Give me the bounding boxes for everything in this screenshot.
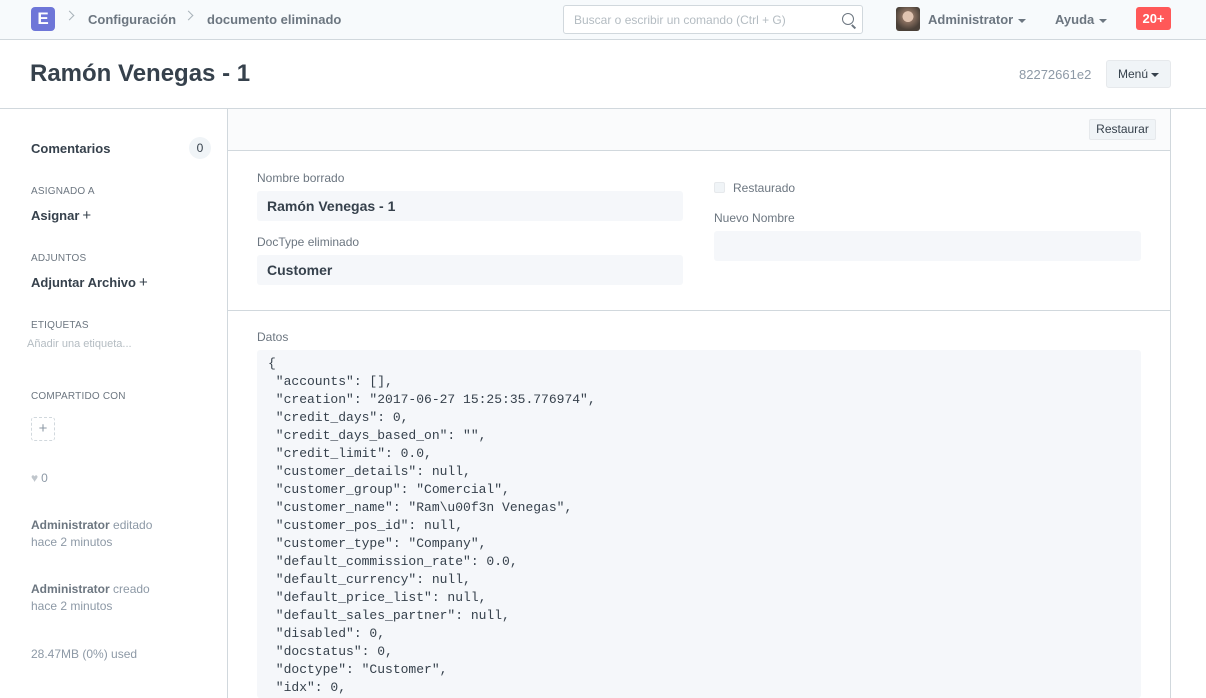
new-name-label: Nuevo Nombre xyxy=(714,211,795,225)
assign-label: Asignar xyxy=(31,208,80,223)
heart-icon: ♥ xyxy=(31,471,39,485)
help-menu[interactable]: Ayuda xyxy=(1055,12,1108,27)
avatar[interactable] xyxy=(896,7,920,31)
assign-button[interactable]: Asignar + xyxy=(31,207,91,224)
attach-file-button[interactable]: Adjuntar Archivo + xyxy=(31,274,148,291)
navbar: E Configuración documento eliminado Admi… xyxy=(0,0,1206,40)
caret-down-icon xyxy=(1151,72,1160,77)
storage-usage: 28.47MB (0%) used xyxy=(31,647,138,661)
help-label: Ayuda xyxy=(1055,12,1095,27)
activity-time: hace 2 minutos xyxy=(31,599,113,613)
like-button[interactable]: ♥ 0 xyxy=(31,471,48,485)
code-line: "docstatus": 0, xyxy=(268,644,393,659)
code-line: "credit_days": 0, xyxy=(268,410,409,425)
add-tag-input[interactable]: Añadir una etiqueta... xyxy=(27,338,132,350)
code-line: "default_commission_rate": 0.0, xyxy=(268,554,518,569)
data-label: Datos xyxy=(257,330,289,344)
code-line: "customer_type": "Company", xyxy=(268,536,487,551)
code-line: "customer_details": null, xyxy=(268,464,471,479)
attachments-label: ADJUNTOS xyxy=(31,253,87,264)
activity-item: Administrator creado hace 2 minutos xyxy=(31,581,150,615)
code-line: { xyxy=(268,356,276,371)
code-line: "default_price_list": null, xyxy=(268,590,487,605)
activity-user[interactable]: Administrator xyxy=(31,582,110,596)
document-id: 82272661e2 xyxy=(1019,67,1092,82)
like-count: 0 xyxy=(41,471,48,485)
add-share-button[interactable]: + xyxy=(31,417,55,441)
code-line: "credit_days_based_on": "", xyxy=(268,428,487,443)
assigned-to-label: ASIGNADO A xyxy=(31,186,95,197)
activity-time: hace 2 minutos xyxy=(31,535,113,549)
breadcrumb-documento-eliminado[interactable]: documento eliminado xyxy=(207,12,341,27)
plus-icon: + xyxy=(82,207,92,224)
activity-action: creado xyxy=(113,582,150,596)
restored-checkbox[interactable] xyxy=(714,182,725,193)
chevron-right-icon xyxy=(64,10,75,21)
app-logo[interactable]: E xyxy=(31,7,55,31)
search-box xyxy=(563,5,863,34)
breadcrumb-configuracion[interactable]: Configuración xyxy=(88,12,176,27)
deleted-doctype-label: DocType eliminado xyxy=(257,235,360,249)
plus-icon: + xyxy=(138,274,148,291)
section-divider xyxy=(228,310,1170,311)
restore-button[interactable]: Restaurar xyxy=(1089,119,1156,140)
caret-down-icon xyxy=(1018,18,1027,23)
activity-action: editado xyxy=(113,518,153,532)
menu-button-label: Menú xyxy=(1117,67,1149,81)
code-line: "default_currency": null, xyxy=(268,572,471,587)
activity-user[interactable]: Administrator xyxy=(31,518,110,532)
code-line: "customer_pos_id": null, xyxy=(268,518,464,533)
sidebar-comments-label[interactable]: Comentarios xyxy=(31,141,110,156)
deleted-name-label: Nombre borrado xyxy=(257,171,345,185)
code-line: "idx": 0, xyxy=(268,680,347,695)
data-code-block: { "accounts": [], "creation": "2017-06-2… xyxy=(257,350,1141,698)
notifications-badge[interactable]: 20+ xyxy=(1136,7,1171,30)
code-line: "customer_group": "Comercial", xyxy=(268,482,510,497)
code-line: "default_sales_partner": null, xyxy=(268,608,510,623)
code-line: "accounts": [], xyxy=(268,374,393,389)
restored-label: Restaurado xyxy=(733,181,796,195)
code-line: "disabled": 0, xyxy=(268,626,386,641)
code-line: "credit_limit": 0.0, xyxy=(268,446,432,461)
page-title: Ramón Venegas - 1 xyxy=(30,60,251,87)
form-area: Restaurar Nombre borrado Ramón Venegas -… xyxy=(227,109,1171,698)
user-name: Administrator xyxy=(928,12,1014,27)
deleted-doctype-value: Customer xyxy=(257,255,683,285)
sidebar: Comentarios 0 ASIGNADO A Asignar + ADJUNT… xyxy=(0,109,227,698)
tags-label: ETIQUETAS xyxy=(31,320,89,331)
code-line: "customer_name": "Ram\u00f3n Venegas", xyxy=(268,500,573,515)
deleted-name-value: Ramón Venegas - 1 xyxy=(257,191,683,221)
chevron-right-icon xyxy=(183,10,194,21)
menu-button[interactable]: Menú xyxy=(1106,60,1171,88)
plus-icon: + xyxy=(38,420,48,437)
code-line: "creation": "2017-06-27 15:25:35.776974"… xyxy=(268,392,596,407)
user-menu[interactable]: Administrator xyxy=(928,12,1027,27)
shared-with-label: COMPARTIDO CON xyxy=(31,391,126,402)
search-input[interactable] xyxy=(564,6,834,33)
code-line: "doctype": "Customer", xyxy=(268,662,448,677)
form-toolbar: Restaurar xyxy=(228,109,1170,151)
new-name-input[interactable] xyxy=(714,231,1141,261)
search-icon[interactable] xyxy=(842,13,854,25)
attach-file-label: Adjuntar Archivo xyxy=(31,275,136,290)
comments-count-badge: 0 xyxy=(189,137,211,159)
activity-item: Administrator editado hace 2 minutos xyxy=(31,517,152,551)
caret-down-icon xyxy=(1099,18,1108,23)
